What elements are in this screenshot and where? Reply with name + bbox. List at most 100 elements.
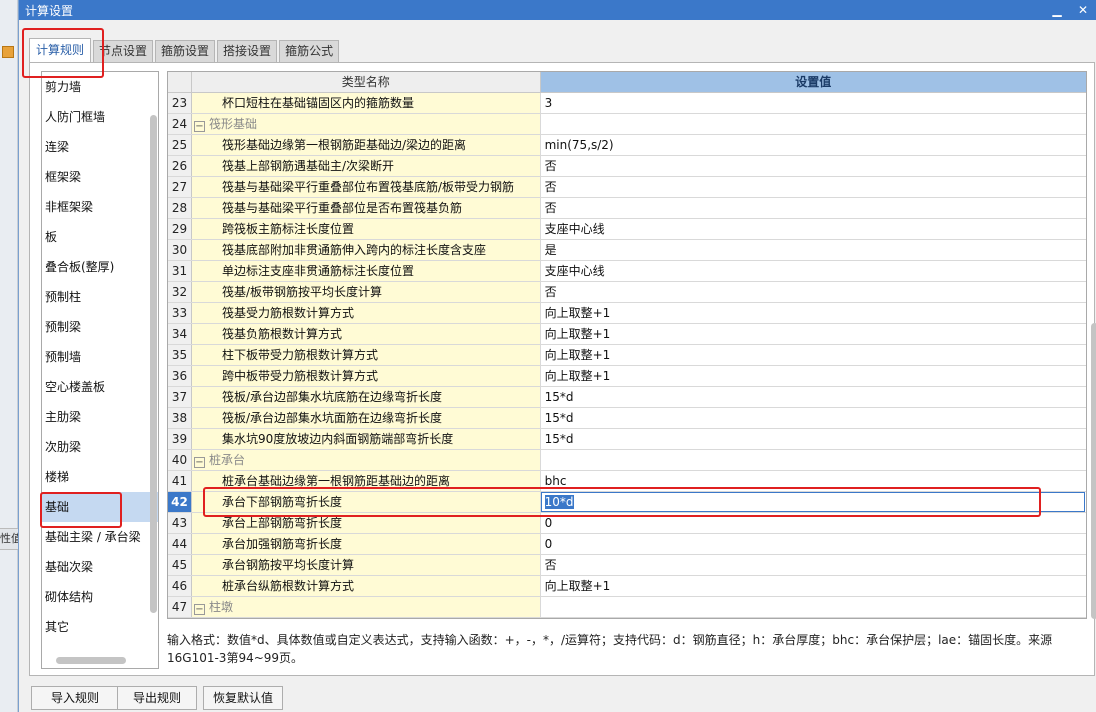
nav-item[interactable]: 非框架梁: [42, 192, 158, 222]
nav-item[interactable]: 其它: [42, 612, 158, 642]
grid-scroll-thumb[interactable]: [1091, 323, 1096, 619]
nav-item[interactable]: 框架梁: [42, 162, 158, 192]
setting-value-cell[interactable]: bhc: [540, 471, 1086, 491]
nav-item[interactable]: 次肋梁: [42, 432, 158, 462]
nav-item[interactable]: 预制墙: [42, 342, 158, 372]
group-row[interactable]: 24− 筏形基础: [168, 114, 1086, 135]
table-row[interactable]: 48柱墩第一根箍筋起步50: [168, 618, 1086, 619]
tab-stirrup-settings[interactable]: 箍筋设置: [155, 40, 216, 62]
setting-value-cell[interactable]: [540, 114, 1086, 134]
setting-value-cell[interactable]: 向上取整+1: [540, 576, 1086, 596]
setting-value-cell[interactable]: 否: [540, 177, 1086, 197]
table-row[interactable]: 36 跨中板带受力筋根数计算方式 向上取整+1: [168, 366, 1086, 387]
setting-value-cell[interactable]: 支座中心线: [540, 219, 1086, 239]
table-row[interactable]: 35 柱下板带受力筋根数计算方式 向上取整+1: [168, 345, 1086, 366]
export-rules-button[interactable]: 导出规则: [117, 686, 197, 710]
setting-value-cell[interactable]: [540, 450, 1086, 470]
setting-value-cell[interactable]: 向上取整+1: [540, 345, 1086, 365]
setting-value-cell[interactable]: 0: [540, 513, 1086, 533]
minimize-button[interactable]: ▁: [1044, 3, 1070, 17]
nav-item[interactable]: 叠合板(整厚): [42, 252, 158, 282]
table-row[interactable]: 44 承台加强钢筋弯折长度 0: [168, 534, 1086, 555]
setting-value-cell[interactable]: 向上取整+1: [540, 303, 1086, 323]
collapse-icon[interactable]: −: [193, 604, 205, 615]
grid-vertical-scrollbar[interactable]: [1091, 71, 1096, 619]
table-row[interactable]: 25 筏形基础边缘第一根钢筋距基础边/梁边的距离 min(75,s/2): [168, 135, 1086, 156]
nav-item[interactable]: 连梁: [42, 132, 158, 162]
nav-scroll-thumb[interactable]: [150, 115, 157, 613]
dialog-title: 计算设置: [25, 3, 74, 18]
setting-value-cell[interactable]: 否: [540, 156, 1086, 176]
table-row[interactable]: 31 单边标注支座非贯通筋标注长度位置 支座中心线: [168, 261, 1086, 282]
nav-item[interactable]: 预制柱: [42, 282, 158, 312]
nav-vertical-scrollbar[interactable]: [149, 115, 158, 675]
setting-value-cell[interactable]: min(75,s/2): [540, 135, 1086, 155]
nav-item[interactable]: 人防门框墙: [42, 102, 158, 132]
setting-value-cell[interactable]: 是: [540, 240, 1086, 260]
table-row[interactable]: 46 桩承台纵筋根数计算方式 向上取整+1: [168, 576, 1086, 597]
settings-grid: 类型名称 设置值 23 杯口短柱在基础锚固区内的箍筋数量 3 24− 筏形基础 25 筏形基…: [167, 71, 1087, 619]
setting-value-cell[interactable]: 否: [540, 282, 1086, 302]
table-row[interactable]: 29 跨筏板主筋标注长度位置 支座中心线: [168, 219, 1086, 240]
setting-value-cell[interactable]: [540, 597, 1086, 617]
table-row[interactable]: 38 筏板/承台边部集水坑面筋在边缘弯折长度 15*d: [168, 408, 1086, 429]
table-row[interactable]: 27 筏基与基础梁平行重叠部位布置筏基底筋/板带受力钢筋否: [168, 177, 1086, 198]
table-row[interactable]: 45 承台钢筋按平均长度计算否: [168, 555, 1086, 576]
setting-value-cell[interactable]: 3: [540, 93, 1086, 113]
row-number: 25: [168, 135, 192, 155]
tab-node-settings[interactable]: 节点设置: [93, 40, 154, 62]
table-row[interactable]: 41 桩承台基础边缘第一根钢筋距基础边的距离 bhc: [168, 471, 1086, 492]
type-name-header: 类型名称: [192, 72, 541, 92]
table-row[interactable]: 39 集水坑90度放坡边内斜面钢筋端部弯折长度 15*d: [168, 429, 1086, 450]
type-name-cell: 桩承台基础边缘第一根钢筋距基础边的距离: [191, 471, 541, 491]
setting-value-cell[interactable]: 否: [540, 198, 1086, 218]
table-row[interactable]: 32 筏基/板带钢筋按平均长度计算否: [168, 282, 1086, 303]
close-button[interactable]: ✕: [1070, 3, 1096, 17]
setting-value-cell[interactable]: 15*d: [540, 429, 1086, 449]
row-number: 46: [168, 576, 192, 596]
tab-calc-rules[interactable]: 计算规则: [29, 38, 92, 62]
table-row[interactable]: 42 承台下部钢筋弯折长度 10*d: [168, 492, 1086, 513]
value-editor[interactable]: 10*d: [540, 492, 1085, 512]
nav-item[interactable]: 空心楼盖板: [42, 372, 158, 402]
collapse-icon[interactable]: −: [193, 121, 205, 132]
setting-value-cell[interactable]: 0: [540, 534, 1086, 554]
nav-horizontal-scrollbar[interactable]: [56, 657, 126, 664]
setting-value-cell[interactable]: 15*d: [540, 408, 1086, 428]
nav-item[interactable]: 基础次梁: [42, 552, 158, 582]
nav-item[interactable]: 楼梯: [42, 462, 158, 492]
table-row[interactable]: 37 筏板/承台边部集水坑底筋在边缘弯折长度 15*d: [168, 387, 1086, 408]
restore-defaults-button[interactable]: 恢复默认值: [203, 686, 283, 710]
nav-item[interactable]: 主肋梁: [42, 402, 158, 432]
table-row[interactable]: 23 杯口短柱在基础锚固区内的箍筋数量 3: [168, 93, 1086, 114]
group-row[interactable]: 40− 桩承台: [168, 450, 1086, 471]
row-number: 28: [168, 198, 192, 218]
nav-item[interactable]: 砌体结构: [42, 582, 158, 612]
tab-stirrup-formula[interactable]: 箍筋公式: [279, 40, 340, 62]
input-format-hint: 输入格式：数值*d、具体数值或自定义表达式，支持输入函数：+，-，*，/运算符；…: [167, 633, 1053, 665]
table-row[interactable]: 33 筏基受力筋根数计算方式 向上取整+1: [168, 303, 1086, 324]
nav-item[interactable]: 基础主梁 / 承台梁: [42, 522, 158, 552]
nav-item[interactable]: 预制梁: [42, 312, 158, 342]
setting-value-cell[interactable]: 否: [540, 555, 1086, 575]
table-row[interactable]: 34 筏基负筋根数计算方式 向上取整+1: [168, 324, 1086, 345]
setting-value-cell[interactable]: 向上取整+1: [540, 324, 1086, 344]
nav-item[interactable]: 基础: [42, 492, 158, 522]
group-row[interactable]: 47− 柱墩: [168, 597, 1086, 618]
nav-item[interactable]: 剪力墙: [42, 72, 158, 102]
tab-lap-settings[interactable]: 搭接设置: [217, 40, 278, 62]
nav-item[interactable]: 板: [42, 222, 158, 252]
type-name-cell: 筏板/承台边部集水坑底筋在边缘弯折长度: [191, 387, 541, 407]
table-row[interactable]: 43 承台上部钢筋弯折长度 0: [168, 513, 1086, 534]
import-rules-button[interactable]: 导入规则: [31, 686, 119, 710]
setting-value-cell[interactable]: 10*d: [540, 492, 1086, 512]
row-number: 30: [168, 240, 192, 260]
collapse-icon[interactable]: −: [193, 457, 205, 468]
setting-value-cell[interactable]: 50: [541, 618, 1086, 619]
table-row[interactable]: 30 筏基底部附加非贯通筋伸入跨内的标注长度含支座是: [168, 240, 1086, 261]
setting-value-cell[interactable]: 15*d: [540, 387, 1086, 407]
setting-value-cell[interactable]: 向上取整+1: [540, 366, 1086, 386]
table-row[interactable]: 26 筏基上部钢筋遇基础主/次梁断开否: [168, 156, 1086, 177]
table-row[interactable]: 28 筏基与基础梁平行重叠部位是否布置筏基负筋否: [168, 198, 1086, 219]
setting-value-cell[interactable]: 支座中心线: [540, 261, 1086, 281]
